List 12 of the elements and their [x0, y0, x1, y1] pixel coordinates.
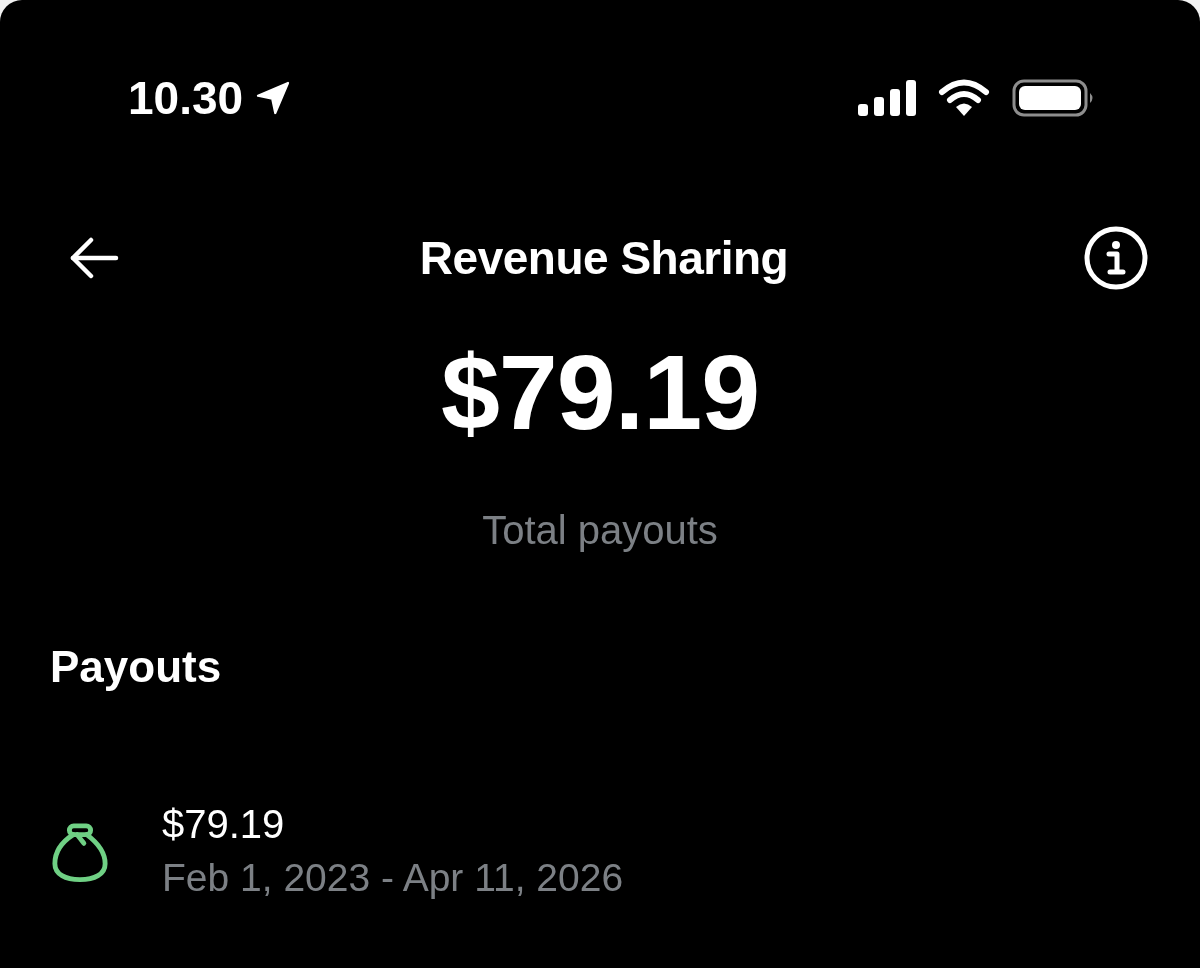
total-payouts-label: Total payouts: [482, 510, 718, 550]
info-button[interactable]: [1084, 226, 1148, 290]
payout-amount: $79.19: [162, 801, 286, 848]
location-arrow-icon: [255, 80, 292, 116]
signal-icon: [858, 80, 916, 116]
status-time: 10.30: [128, 75, 244, 121]
info-icon: [1084, 226, 1148, 290]
wifi-icon: [938, 79, 990, 117]
payouts-heading: Payouts: [50, 645, 222, 689]
total-amount: $79.19: [440, 339, 760, 445]
payout-period: Feb 1, 2023 - Apr 11, 2026: [162, 854, 624, 901]
money-bag-icon: [51, 823, 109, 883]
